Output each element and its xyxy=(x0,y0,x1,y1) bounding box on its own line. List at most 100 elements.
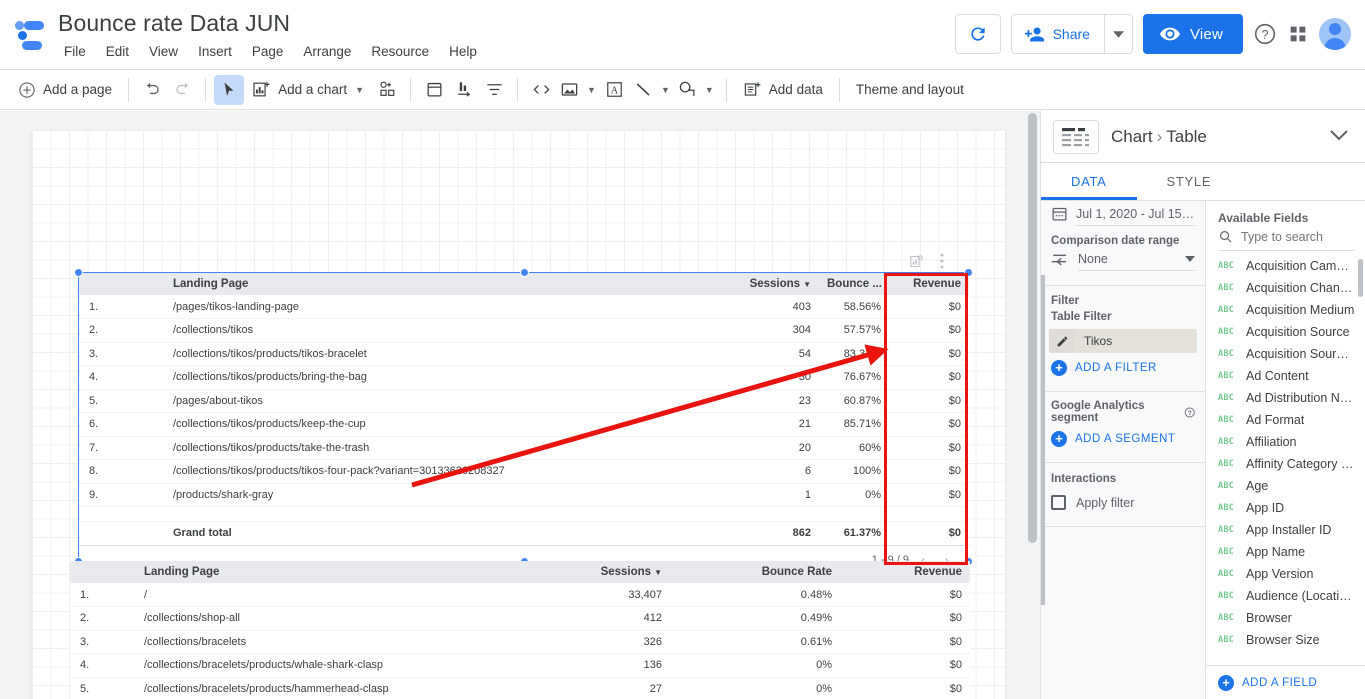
chart-settings-button[interactable] xyxy=(905,251,927,271)
table-row[interactable]: 5./pages/about-tikos 23 60.87% $0 xyxy=(79,389,969,413)
table-row[interactable]: 3./collections/bracelets 326 0.61% $0 xyxy=(70,630,970,654)
shape-button[interactable]: ▼ xyxy=(674,75,718,105)
field-item[interactable]: ABC Acquisition Source xyxy=(1206,321,1365,343)
tab-style[interactable]: STYLE xyxy=(1137,163,1242,200)
available-fields-search[interactable] xyxy=(1218,229,1355,251)
undo-button[interactable] xyxy=(137,75,167,105)
available-fields-scrollbar[interactable] xyxy=(1358,259,1363,297)
resize-handle-top-center[interactable] xyxy=(520,268,529,277)
menu-edit[interactable]: Edit xyxy=(96,40,139,64)
table-row[interactable]: 9./products/shark-gray 1 0% $0 xyxy=(79,483,969,507)
table-chart-icon[interactable] xyxy=(1053,119,1099,154)
help-button[interactable]: ? xyxy=(1253,22,1277,46)
field-item[interactable]: ABC Browser xyxy=(1206,607,1365,629)
menu-page[interactable]: Page xyxy=(242,40,294,64)
filter-chip[interactable]: Tikos xyxy=(1049,329,1197,353)
apply-filter-row[interactable]: Apply filter xyxy=(1041,487,1205,518)
field-item[interactable]: ABC Affiliation xyxy=(1206,431,1365,453)
menu-arrange[interactable]: Arrange xyxy=(293,40,361,64)
document-title[interactable]: Bounce rate Data JUN xyxy=(54,8,955,38)
col-bounce-rate[interactable]: Bounce ... xyxy=(819,273,889,295)
menu-help[interactable]: Help xyxy=(439,40,487,64)
field-item[interactable]: ABC Ad Format xyxy=(1206,409,1365,431)
col-landing-page[interactable]: Landing Page xyxy=(136,561,540,583)
col-sessions[interactable]: Sessions ▼ xyxy=(709,273,819,295)
table-row[interactable]: 8./collections/tikos/products/tikos-four… xyxy=(79,459,969,484)
field-item[interactable]: ABC App ID xyxy=(1206,497,1365,519)
field-item[interactable]: ABC Ad Content xyxy=(1206,365,1365,387)
text-box-button[interactable]: A xyxy=(600,75,630,105)
field-item[interactable]: ABCAd Distribution Netwo... xyxy=(1206,387,1365,409)
add-a-chart-button[interactable]: Add a chart ▼ xyxy=(244,75,372,105)
menu-file[interactable]: File xyxy=(54,40,96,64)
field-item[interactable]: ABCAffinity Category (reac.. xyxy=(1206,453,1365,475)
avatar[interactable] xyxy=(1319,18,1351,50)
table-row[interactable]: 4./collections/tikos/products/bring-the-… xyxy=(79,365,969,390)
data-control-button[interactable] xyxy=(449,75,479,105)
tab-data[interactable]: DATA xyxy=(1041,163,1137,200)
search-input[interactable] xyxy=(1241,229,1351,244)
field-item[interactable]: ABC App Name xyxy=(1206,541,1365,563)
table-row[interactable]: 2./collections/shop-all 412 0.49% $0 xyxy=(70,606,970,631)
col-revenue[interactable]: Revenue xyxy=(840,561,970,583)
view-button[interactable]: View xyxy=(1142,14,1243,54)
canvas-vertical-scrollbar[interactable] xyxy=(1028,113,1037,543)
share-button[interactable]: Share xyxy=(1012,15,1104,53)
field-item[interactable]: ABC Acquisition Medium xyxy=(1206,299,1365,321)
field-item[interactable]: ABC App Version xyxy=(1206,563,1365,585)
chart-more-options-button[interactable] xyxy=(931,251,953,271)
table-row[interactable]: 4./collections/bracelets/products/whale-… xyxy=(70,653,970,678)
table-row[interactable]: 7./collections/tikos/products/take-the-t… xyxy=(79,436,969,460)
filter-control-button[interactable] xyxy=(479,75,509,105)
field-item[interactable]: ABC Acquisition Channel xyxy=(1206,277,1365,299)
table-row[interactable]: 2./collections/tikos 304 57.57% $0 xyxy=(79,318,969,343)
field-item[interactable]: ABC App Installer ID xyxy=(1206,519,1365,541)
col-bounce-rate[interactable]: Bounce Rate xyxy=(670,561,840,583)
refresh-button[interactable] xyxy=(954,14,1001,54)
comparison-date-range-row[interactable]: None xyxy=(1041,249,1205,277)
add-a-field-button[interactable]: + ADD A FIELD xyxy=(1206,665,1365,699)
table-row[interactable]: 5./collections/bracelets/products/hammer… xyxy=(70,677,970,699)
menu-insert[interactable]: Insert xyxy=(188,40,242,64)
col-sessions[interactable]: Sessions ▼ xyxy=(540,561,670,583)
field-item[interactable]: ABC Audience (Location) xyxy=(1206,585,1365,607)
pencil-icon[interactable] xyxy=(1049,329,1075,353)
field-item[interactable]: ABC Browser Size xyxy=(1206,629,1365,651)
field-item[interactable]: ABC Age xyxy=(1206,475,1365,497)
field-item[interactable]: ABC Acquisition Campaign xyxy=(1206,255,1365,277)
apps-launcher-button[interactable] xyxy=(1287,23,1309,45)
resize-handle-top-right[interactable] xyxy=(964,268,973,277)
field-item[interactable]: ABCAcquisition Source / ... xyxy=(1206,343,1365,365)
filter-chip-name[interactable]: Tikos xyxy=(1075,329,1197,353)
add-a-page-button[interactable]: Add a page xyxy=(10,75,120,105)
table-row[interactable]: 6./collections/tikos/products/keep-the-c… xyxy=(79,412,969,437)
add-a-filter-button[interactable]: + ADD A FILTER xyxy=(1041,353,1205,383)
menu-view[interactable]: View xyxy=(139,40,188,64)
community-visualizations-button[interactable] xyxy=(372,75,402,105)
add-data-button[interactable]: Add data xyxy=(735,75,831,105)
menu-resource[interactable]: Resource xyxy=(361,40,439,64)
select-tool-button[interactable] xyxy=(214,74,245,105)
share-dropdown-button[interactable] xyxy=(1103,15,1132,53)
panel-scroll-indicator[interactable] xyxy=(1041,275,1045,605)
date-range-control-button[interactable] xyxy=(419,75,449,105)
table-row[interactable]: 3./collections/tikos/products/tikos-brac… xyxy=(79,342,969,366)
lower-table-chart[interactable]: Landing Page Sessions ▼ Bounce Rate Reven… xyxy=(70,561,970,699)
add-a-segment-button[interactable]: + ADD A SEGMENT xyxy=(1041,424,1205,454)
table-row[interactable]: 1./33,407 0.48% $0 xyxy=(70,583,970,607)
table-row[interactable]: 1./pages/tikos-landing-page 403 58.56% $0 xyxy=(79,295,969,319)
selected-table-chart[interactable]: Landing Page Sessions ▼ Bounce ... Revenu… xyxy=(74,268,973,568)
comparison-dropdown[interactable]: None xyxy=(1078,252,1195,271)
embed-url-button[interactable] xyxy=(526,75,556,105)
upper-table[interactable]: Landing Page Sessions ▼ Bounce ... Revenu… xyxy=(79,273,969,572)
image-button[interactable]: ▼ xyxy=(556,75,600,105)
report-canvas-area[interactable]: Landing Page Sessions ▼ Bounce ... Revenu… xyxy=(0,111,1040,699)
redo-button[interactable] xyxy=(167,75,197,105)
resize-handle-top-left[interactable] xyxy=(74,268,83,277)
date-range-row[interactable]: Jul 1, 2020 - Jul 15, ... xyxy=(1041,201,1205,229)
panel-collapse-button[interactable] xyxy=(1329,129,1353,145)
date-range-value[interactable]: Jul 1, 2020 - Jul 15, ... xyxy=(1076,207,1195,226)
col-revenue[interactable]: Revenue xyxy=(889,273,969,295)
line-button[interactable]: ▼ xyxy=(630,75,674,105)
col-landing-page[interactable]: Landing Page xyxy=(165,273,709,295)
